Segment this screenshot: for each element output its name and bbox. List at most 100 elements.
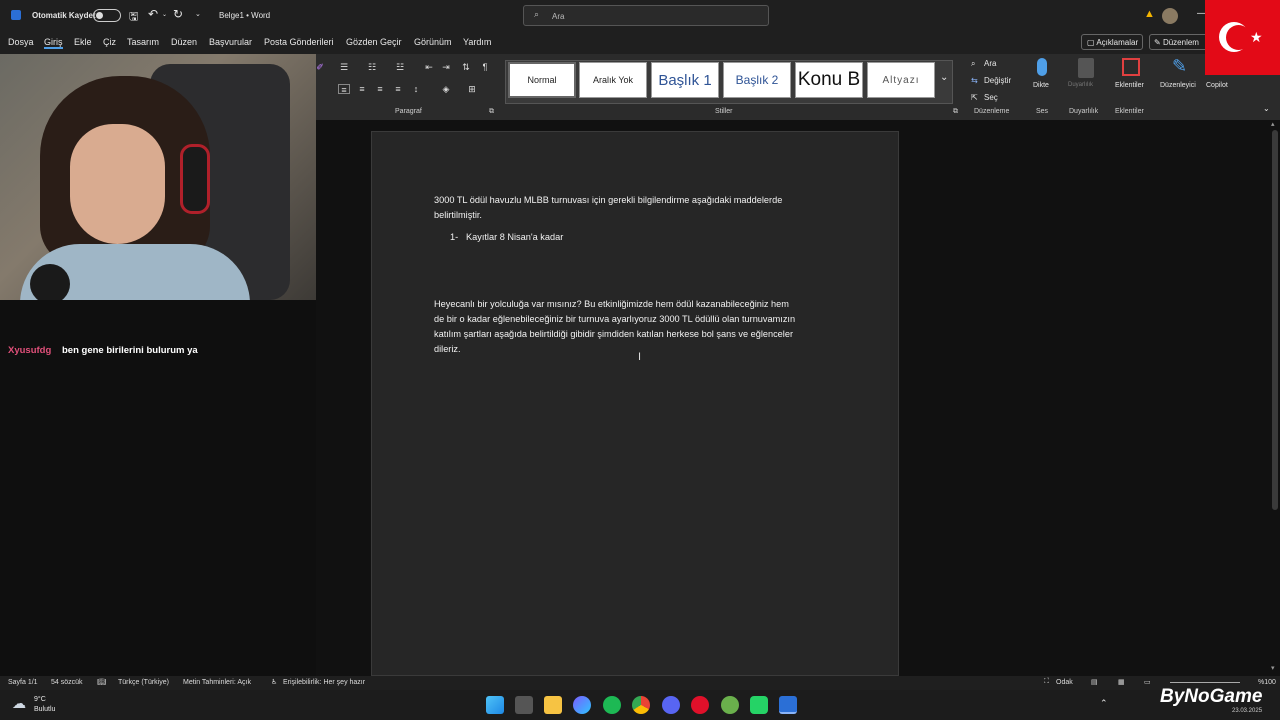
bullets-icon[interactable]: ☰ xyxy=(338,62,350,72)
chrome-icon[interactable] xyxy=(632,696,650,714)
menu-dosya[interactable]: Dosya xyxy=(8,37,34,47)
search-box[interactable]: ⌕ Ara xyxy=(523,5,769,26)
menu-ekle[interactable]: Ekle xyxy=(74,37,92,47)
line-spacing-icon[interactable]: ↕ xyxy=(410,84,422,94)
spotify-icon[interactable] xyxy=(603,696,621,714)
style-no-spacing[interactable]: Aralık Yok xyxy=(579,62,647,98)
undo-dropdown-icon[interactable]: ⌄ xyxy=(162,11,167,18)
discord-icon[interactable] xyxy=(662,696,680,714)
clock-date: 23.03.2025 xyxy=(1232,708,1263,714)
text-predictions[interactable]: Metin Tahminleri: Açık xyxy=(183,679,251,686)
document-page[interactable]: 3000 TL ödül havuzlu MLBB turnuvası için… xyxy=(371,131,899,676)
borders-icon[interactable]: ⊞ xyxy=(466,84,478,94)
menu-basvurular[interactable]: Başvurular xyxy=(209,37,252,47)
accessibility-status[interactable]: Erişilebilirlik: Her şey hazır xyxy=(283,679,365,686)
paragraph-launcher-icon[interactable]: ⧉ xyxy=(489,108,494,116)
windows-start-icon[interactable] xyxy=(486,696,504,714)
replace-button[interactable]: Değiştir xyxy=(984,76,1011,85)
decrease-indent-icon[interactable]: ⇤ xyxy=(423,62,435,72)
editing-mode-button[interactable]: ✎ Düzenlem xyxy=(1149,34,1209,50)
copilot-app-icon[interactable] xyxy=(573,696,591,714)
menu-giris[interactable]: Giriş xyxy=(44,37,63,49)
style-subtitle[interactable]: Altyazı xyxy=(867,62,935,98)
scroll-up-icon[interactable]: ▴ xyxy=(1271,120,1275,128)
sensitivity-button[interactable]: Duyarlılık xyxy=(1068,82,1093,88)
align-right-icon[interactable]: ≡ xyxy=(374,84,386,94)
editor-icon[interactable]: ✎ xyxy=(1172,56,1187,77)
word-taskbar-icon[interactable] xyxy=(779,696,797,714)
menu-yardim[interactable]: Yardım xyxy=(463,37,491,47)
menu-posta[interactable]: Posta Gönderileri xyxy=(264,37,334,47)
accessibility-icon: ♿︎ xyxy=(271,679,278,686)
file-explorer-icon[interactable] xyxy=(544,696,562,714)
find-button[interactable]: Ara xyxy=(984,59,996,68)
comments-button[interactable]: ▢ Açıklamalar xyxy=(1081,34,1143,50)
show-marks-icon[interactable]: ¶ xyxy=(479,62,491,72)
watermark-logo: ByNoGame xyxy=(1160,686,1263,707)
paragraph-1-line-2: belirtilmiştir. xyxy=(434,210,482,220)
customize-toolbar-icon[interactable]: ⌄ xyxy=(195,10,201,18)
microphone-icon[interactable] xyxy=(1037,58,1047,76)
zoom-level[interactable]: %100 xyxy=(1258,679,1276,686)
style-title[interactable]: Konu B xyxy=(795,62,863,98)
focus-button[interactable]: Odak xyxy=(1056,679,1073,686)
save-icon[interactable]: 🖫 xyxy=(129,8,138,27)
menu-gorunum[interactable]: Görünüm xyxy=(414,37,452,47)
ribbon-collapse-icon[interactable]: ⌄ xyxy=(1263,104,1270,113)
menu-tasarim[interactable]: Tasarım xyxy=(127,37,159,47)
style-heading-2[interactable]: Başlık 2 xyxy=(723,62,791,98)
numbering-icon[interactable]: ☷ xyxy=(366,62,378,72)
justify-icon[interactable]: ≡ xyxy=(392,84,404,94)
xbox-icon[interactable] xyxy=(721,696,739,714)
weather-icon[interactable]: ☁ xyxy=(12,695,26,712)
styles-launcher-icon[interactable]: ⧉ xyxy=(953,108,958,116)
task-view-icon[interactable] xyxy=(515,696,533,714)
word-count[interactable]: 54 sözcük xyxy=(51,679,83,686)
language[interactable]: Türkçe (Türkiye) xyxy=(118,679,169,686)
webcam-microphone xyxy=(30,264,70,300)
copilot-button[interactable]: Copilot xyxy=(1206,82,1228,89)
align-left-icon[interactable]: ≡ xyxy=(338,84,350,95)
style-normal[interactable]: Normal xyxy=(508,62,576,98)
undo-icon[interactable]: ↶ xyxy=(148,7,158,21)
select-button[interactable]: Seç xyxy=(984,93,998,102)
dictate-button[interactable]: Dikte xyxy=(1033,82,1049,89)
editor-button[interactable]: Düzenleyici xyxy=(1160,82,1196,89)
avatar[interactable] xyxy=(1162,8,1178,24)
multilevel-list-icon[interactable]: ☳ xyxy=(394,62,406,72)
shading-icon[interactable]: ◈ xyxy=(440,84,452,94)
autosave-toggle[interactable] xyxy=(93,9,121,22)
scroll-down-icon[interactable]: ▾ xyxy=(1271,664,1275,672)
warning-icon[interactable]: ▲ xyxy=(1144,8,1155,20)
addins-button[interactable]: Eklentiler xyxy=(1115,82,1144,89)
text-cursor-icon: I xyxy=(638,351,642,363)
addins-group-label: Eklentiler xyxy=(1115,108,1144,115)
increase-indent-icon[interactable]: ⇥ xyxy=(440,62,452,72)
page-count[interactable]: Sayfa 1/1 xyxy=(8,679,38,686)
sort-icon[interactable]: ⇅ xyxy=(460,62,472,72)
style-heading-2-label: Başlık 2 xyxy=(735,73,779,87)
style-heading-1[interactable]: Başlık 1 xyxy=(651,62,719,98)
webcam-headphones xyxy=(180,144,210,214)
weather-desc: Bulutlu xyxy=(34,706,56,713)
styles-more-icon[interactable]: ⌄ xyxy=(940,72,948,83)
word-logo-icon[interactable] xyxy=(11,10,21,20)
tray-chevron-icon[interactable]: ⌃ xyxy=(1100,698,1108,709)
menu-ciz[interactable]: Çiz xyxy=(103,37,116,47)
vertical-scrollbar[interactable] xyxy=(1272,130,1278,510)
menu-duzen[interactable]: Düzen xyxy=(171,37,197,47)
whatsapp-icon[interactable] xyxy=(750,696,768,714)
zoom-slider[interactable] xyxy=(1170,682,1240,683)
document-title: Belge1 • Word xyxy=(219,11,271,20)
redo-icon[interactable]: ↻ xyxy=(173,7,183,21)
read-mode-icon[interactable]: ▤ xyxy=(1091,678,1098,686)
paragraph-2-line-3: katılım şartları aşağıda belirtildiği gi… xyxy=(434,329,794,339)
sensitivity-icon[interactable] xyxy=(1078,58,1094,78)
web-layout-icon[interactable]: ▭ xyxy=(1144,678,1151,686)
proofing-icon[interactable]: 📖︎ xyxy=(97,678,106,686)
align-center-icon[interactable]: ≡ xyxy=(356,84,368,94)
addins-icon[interactable] xyxy=(1122,58,1140,76)
opera-icon[interactable] xyxy=(691,696,709,714)
menu-gozden-gecir[interactable]: Gözden Geçir xyxy=(346,37,402,47)
print-layout-icon[interactable]: ▦ xyxy=(1118,678,1125,686)
